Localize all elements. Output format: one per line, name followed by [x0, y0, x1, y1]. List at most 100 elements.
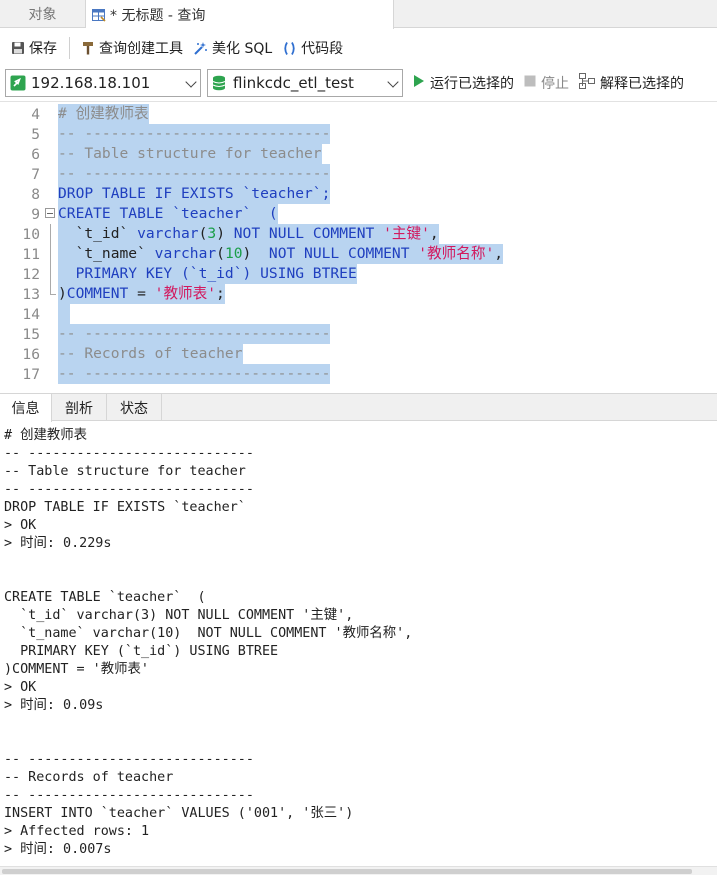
line-number: 15	[22, 325, 40, 343]
query-builder-label: 查询创建工具	[99, 41, 183, 57]
output-line: > OK	[4, 680, 37, 695]
code-text: -- Records of teacher	[58, 344, 243, 364]
code-text: # 创建教师表	[58, 104, 149, 124]
code-text: -- ----------------------------	[58, 364, 331, 384]
parentheses-icon	[282, 41, 297, 56]
line-number: 8	[31, 185, 40, 203]
editor-line: 4 # 创建教师表	[0, 104, 717, 124]
output-line: -- ----------------------------	[4, 482, 254, 497]
query-table-icon	[92, 8, 106, 22]
editor-line: 16 -- Records of teacher	[0, 344, 717, 364]
save-icon	[10, 41, 25, 56]
play-icon	[413, 74, 425, 92]
line-number: 4	[31, 105, 40, 123]
fold-gutter	[42, 144, 58, 164]
editor-line: 5 -- ----------------------------	[0, 124, 717, 144]
line-number: 14	[22, 305, 40, 323]
connection-icon	[10, 75, 26, 91]
output-line: -- Table structure for teacher	[4, 464, 246, 479]
code-text: `t_id` varchar(3) NOT NULL COMMENT '主键',	[58, 224, 439, 244]
output-line: -- ----------------------------	[4, 752, 254, 767]
connection-value: 192.168.18.101	[31, 74, 151, 92]
tab-objects-label: 对象	[28, 7, 57, 23]
toolbar-divider	[69, 37, 70, 59]
output-line: > Affected rows: 1	[4, 824, 150, 839]
chevron-down-icon	[387, 76, 399, 88]
line-number: 9	[31, 205, 40, 223]
tab-status[interactable]: 状态	[107, 394, 162, 421]
tab-query-label: * 无标题 - 查询	[110, 7, 206, 24]
line-number: 7	[31, 165, 40, 183]
hammer-icon	[80, 41, 95, 56]
editor-line: 15 -- ----------------------------	[0, 324, 717, 344]
fold-gutter	[42, 304, 58, 324]
sql-editor[interactable]: 4 # 创建教师表 5 -- -------------------------…	[0, 101, 717, 389]
output-line: `t_id` varchar(3) NOT NULL COMMENT '主键',	[4, 608, 354, 623]
database-value: flinkcdc_etl_test	[233, 74, 354, 92]
output-line: )COMMENT = '教师表'	[4, 662, 149, 677]
fold-gutter	[42, 344, 58, 364]
editor-line: 13 )COMMENT = '教师表';	[0, 284, 717, 304]
code-text: -- ----------------------------	[58, 124, 331, 144]
tab-profile[interactable]: 剖析	[52, 394, 107, 421]
result-tab-strip: 信息 剖析 状态	[0, 393, 717, 422]
query-builder-button[interactable]: 查询创建工具	[76, 35, 187, 61]
beautify-sql-label: 美化 SQL	[212, 41, 273, 57]
fold-gutter	[42, 244, 58, 264]
editor-line: 14	[0, 304, 717, 324]
chevron-down-icon	[185, 76, 197, 88]
database-icon	[212, 75, 228, 91]
tab-status-label: 状态	[120, 400, 148, 417]
output-line: -- Records of teacher	[4, 770, 174, 785]
scrollbar-thumb[interactable]	[2, 869, 692, 874]
editor-line: 9 CREATE TABLE `teacher` (	[0, 204, 717, 224]
run-selected-button[interactable]: 运行已选择的	[413, 73, 514, 93]
stop-label: 停止	[541, 76, 569, 92]
editor-line: 17 -- ----------------------------	[0, 364, 717, 384]
output-line: > OK	[4, 518, 37, 533]
tab-info-label: 信息	[11, 401, 40, 417]
fold-gutter	[42, 264, 58, 284]
database-select[interactable]: flinkcdc_etl_test	[207, 69, 403, 97]
stop-icon	[524, 75, 536, 91]
line-number: 6	[31, 145, 40, 163]
line-number: 12	[22, 265, 40, 283]
connection-select[interactable]: 192.168.18.101	[5, 69, 201, 97]
tab-info[interactable]: 信息	[0, 394, 52, 422]
code-snippet-label: 代码段	[301, 41, 344, 57]
message-output[interactable]: # 创建教师表 -- ---------------------------- …	[0, 422, 717, 875]
line-number: 13	[22, 285, 40, 303]
output-line: > 时间: 0.229s	[4, 536, 112, 551]
tab-profile-label: 剖析	[65, 400, 93, 417]
beautify-sql-button[interactable]: 美化 SQL	[189, 35, 276, 61]
editor-line: 6 -- Table structure for teacher	[0, 144, 717, 164]
fold-gutter	[42, 364, 58, 384]
stop-button[interactable]: 停止	[524, 73, 569, 93]
output-line: -- ----------------------------	[4, 788, 254, 803]
editor-line: 11 `t_name` varchar(10) NOT NULL COMMENT…	[0, 244, 717, 264]
tab-objects[interactable]: 对象	[0, 0, 86, 28]
line-number: 17	[22, 365, 40, 383]
horizontal-scrollbar[interactable]	[0, 866, 717, 875]
explain-selected-label: 解释已选择的	[600, 76, 684, 92]
explain-selected-button[interactable]: 解释已选择的	[579, 73, 684, 93]
fold-gutter	[42, 284, 58, 304]
fold-gutter	[42, 204, 58, 224]
code-snippet-button[interactable]: 代码段	[278, 35, 347, 61]
editor-line: 7 -- ----------------------------	[0, 164, 717, 184]
tab-query[interactable]: * 无标题 - 查询	[86, 0, 394, 29]
code-text: DROP TABLE IF EXISTS `teacher`;	[58, 184, 331, 204]
output-line: # 创建教师表	[4, 428, 88, 443]
code-text: PRIMARY KEY (`t_id`) USING BTREE	[58, 264, 357, 284]
code-text: )COMMENT = '教师表';	[58, 284, 225, 304]
fold-gutter	[42, 184, 58, 204]
line-number: 10	[22, 225, 40, 243]
connection-bar: 192.168.18.101 flinkcdc_etl_test 运行已选择的 …	[0, 67, 717, 99]
line-number: 16	[22, 345, 40, 363]
output-line: CREATE TABLE `teacher` (	[4, 590, 206, 605]
fold-gutter	[42, 104, 58, 124]
fold-gutter	[42, 224, 58, 244]
line-number: 11	[22, 245, 40, 263]
save-button[interactable]: 保存	[6, 35, 61, 61]
fold-collapse-icon[interactable]	[45, 208, 55, 218]
